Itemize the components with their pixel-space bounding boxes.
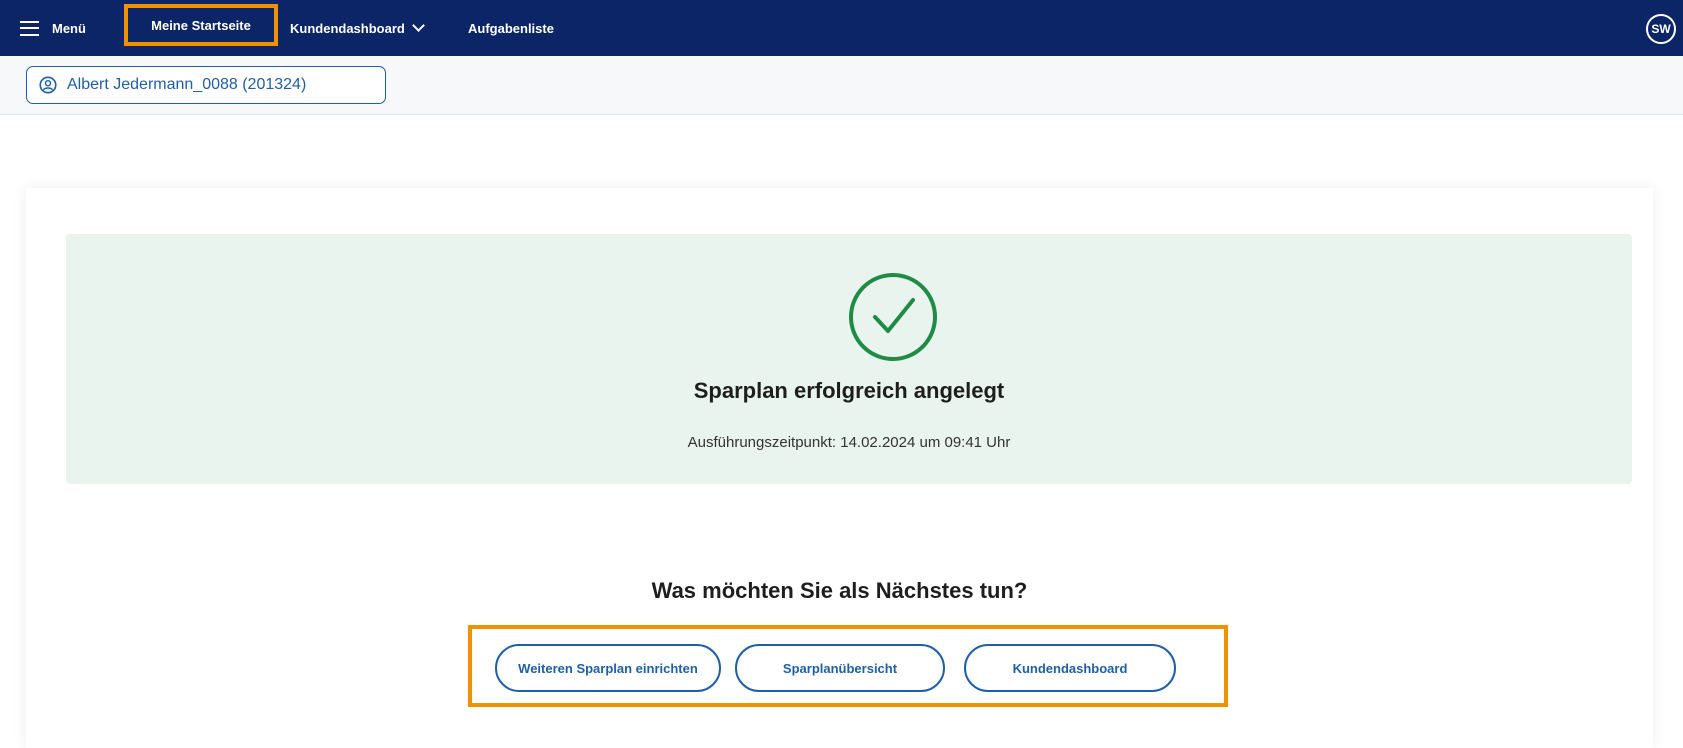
nav-item-label: Aufgabenliste [468, 20, 554, 36]
nav-item-aufgabenliste[interactable]: Aufgabenliste [468, 0, 554, 56]
nav-item-kundendashboard[interactable]: Kundendashboard [290, 0, 425, 56]
success-banner: Sparplan erfolgreich angelegt Ausführung… [66, 234, 1632, 484]
chevron-down-icon [411, 19, 425, 32]
savings-plan-overview-button[interactable]: Sparplanübersicht [735, 644, 945, 692]
execution-timestamp: Ausführungszeitpunkt: 14.02.2024 um 09:4… [687, 434, 1011, 451]
customer-name: Albert Jedermann_0088 (201324) [67, 76, 307, 93]
menu-button[interactable]: Menü [20, 0, 86, 56]
success-title: Sparplan erfolgreich angelegt [693, 378, 1005, 403]
customer-dashboard-button[interactable]: Kundendashboard [964, 644, 1176, 692]
nav-item-meine-startseite[interactable]: Meine Startseite [124, 4, 278, 46]
confirmation-card: Sparplan erfolgreich angelegt Ausführung… [26, 188, 1653, 748]
menu-label: Menü [52, 20, 86, 36]
nav-item-label: Kundendashboard [290, 20, 405, 36]
customer-selector[interactable]: Albert Jedermann_0088 (201324) [26, 66, 386, 104]
customer-context-bar: Albert Jedermann_0088 (201324) [0, 56, 1683, 115]
new-savings-plan-button[interactable]: Weiteren Sparplan einrichten [495, 644, 721, 692]
user-circle-icon [39, 76, 57, 94]
top-navigation-bar: Menü Meine Startseite Kundendashboard Au… [0, 0, 1683, 56]
nav-item-label: Meine Startseite [151, 17, 251, 33]
check-circle-icon [849, 273, 937, 361]
user-avatar[interactable]: SW [1646, 14, 1676, 44]
next-steps-heading: Was möchten Sie als Nächstes tun? [651, 578, 1028, 603]
next-actions-group: Weiteren Sparplan einrichten Sparplanübe… [468, 625, 1228, 707]
hamburger-icon [20, 20, 39, 36]
